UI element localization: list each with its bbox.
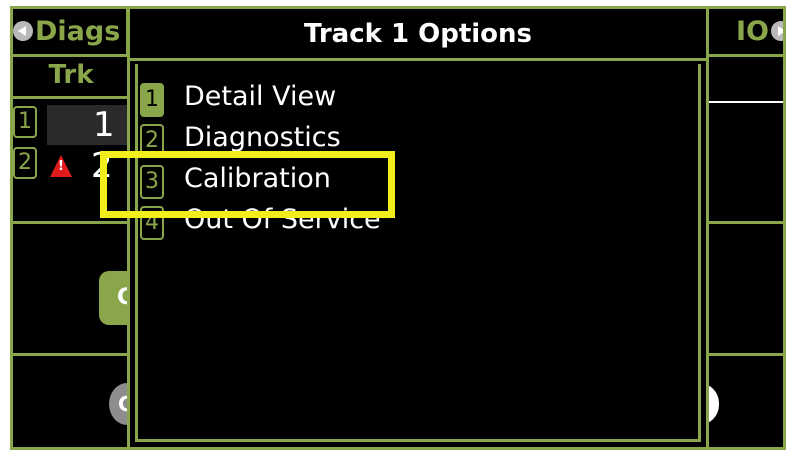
divider xyxy=(13,353,133,356)
device-frame: Diags IO Trk 1 1 2 ! 2 C G Track 1 Optio… xyxy=(10,6,786,450)
divider xyxy=(13,221,133,224)
menu-number-1: 1 xyxy=(140,83,164,117)
track-options-dialog: Track 1 Options 1 Detail View 2 Diagnost… xyxy=(127,9,709,447)
screen: Diags IO Trk 1 1 2 ! 2 C G Track 1 Optio… xyxy=(0,0,793,456)
track-row-1-cell[interactable]: 1 xyxy=(47,105,131,145)
io-header[interactable]: IO xyxy=(706,9,783,57)
divider xyxy=(709,101,783,103)
row-number-2[interactable]: 2 xyxy=(13,147,37,179)
track-row-1-value: 1 xyxy=(93,105,115,145)
calibration-highlight-box xyxy=(100,151,395,218)
nav-right-icon[interactable] xyxy=(771,21,783,41)
divider xyxy=(703,353,783,356)
menu-item-detail-view[interactable]: 1 Detail View xyxy=(140,77,440,117)
warning-icon: ! xyxy=(50,155,72,177)
nav-left-icon[interactable] xyxy=(13,21,33,41)
diags-title: Diags xyxy=(35,16,121,47)
dialog-title: Track 1 Options xyxy=(130,9,706,61)
divider xyxy=(703,221,783,224)
trk-column-header: Trk xyxy=(13,57,129,99)
menu-label-detail-view: Detail View xyxy=(184,81,337,112)
diags-header[interactable]: Diags xyxy=(13,9,129,57)
io-title: IO xyxy=(736,16,769,47)
row-number-1[interactable]: 1 xyxy=(13,106,37,138)
